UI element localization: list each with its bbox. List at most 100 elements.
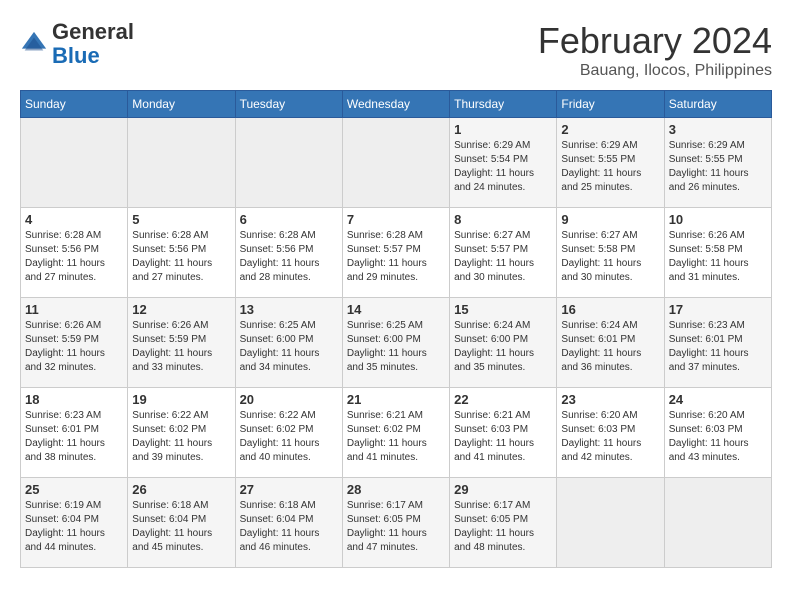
- calendar-cell: [128, 118, 235, 208]
- day-number: 11: [25, 302, 123, 317]
- day-info: Sunrise: 6:23 AM Sunset: 6:01 PM Dayligh…: [25, 409, 123, 465]
- day-number: 18: [25, 392, 123, 407]
- calendar-cell: 25 Sunrise: 6:19 AM Sunset: 6:04 PM Dayli…: [21, 478, 128, 568]
- day-info: Sunrise: 6:28 AM Sunset: 5:56 PM Dayligh…: [240, 229, 338, 285]
- calendar-cell: 13Sunrise: 6:25 AM Sunset: 6:00 PM Dayli…: [235, 298, 342, 388]
- logo-text: General Blue: [52, 20, 134, 68]
- calendar-cell: 11 Sunrise: 6:26 AM Sunset: 5:59 PM Dayli…: [21, 298, 128, 388]
- month-year-title: February 2024: [538, 20, 772, 62]
- day-info: Sunrise: 6:25 AM Sunset: 6:00 PM Dayligh…: [347, 319, 445, 375]
- calendar-cell: [21, 118, 128, 208]
- day-number: 16: [561, 302, 659, 317]
- calendar-cell: 4 Sunrise: 6:28 AM Sunset: 5:56 PM Daylig…: [21, 208, 128, 298]
- calendar-cell: 23 Sunrise: 6:20 AM Sunset: 6:03 PM Dayli…: [557, 388, 664, 478]
- day-number: 19: [132, 392, 230, 407]
- day-info: Sunrise: 6:28 AM Sunset: 5:56 PM Dayligh…: [25, 229, 123, 285]
- calendar-cell: 26 Sunrise: 6:18 AM Sunset: 6:04 PM Dayli…: [128, 478, 235, 568]
- day-number: 14: [347, 302, 445, 317]
- day-info: Sunrise: 6:26 AM Sunset: 5:59 PM Dayligh…: [132, 319, 230, 375]
- calendar-cell: 8Sunrise: 6:27 AM Sunset: 5:57 PM Daylig…: [450, 208, 557, 298]
- day-number: 2: [561, 122, 659, 137]
- calendar-cell: 28 Sunrise: 6:17 AM Sunset: 6:05 PM Dayli…: [342, 478, 449, 568]
- calendar-cell: [235, 118, 342, 208]
- day-info: Sunrise: 6:22 AM Sunset: 6:02 PM Dayligh…: [132, 409, 230, 465]
- day-number: 15: [454, 302, 552, 317]
- location-subtitle: Bauang, Ilocos, Philippines: [538, 62, 772, 80]
- day-info: Sunrise: 6:29 AM Sunset: 5:55 PM Dayligh…: [669, 139, 767, 195]
- day-info: Sunrise: 6:20 AM Sunset: 6:03 PM Dayligh…: [561, 409, 659, 465]
- day-number: 29: [454, 482, 552, 497]
- day-number: 20: [240, 392, 338, 407]
- day-info: Sunrise: 6:21 AM Sunset: 6:03 PM Dayligh…: [454, 409, 552, 465]
- logo-blue: Blue: [52, 43, 100, 68]
- day-number: 23: [561, 392, 659, 407]
- day-info: Sunrise: 6:27 AM Sunset: 5:57 PM Dayligh…: [454, 229, 552, 285]
- weekday-header: Thursday: [450, 91, 557, 118]
- day-info: Sunrise: 6:17 AM Sunset: 6:05 PM Dayligh…: [454, 499, 552, 555]
- logo-icon: [20, 30, 48, 58]
- calendar-cell: 6 Sunrise: 6:28 AM Sunset: 5:56 PM Daylig…: [235, 208, 342, 298]
- weekday-header: Sunday: [21, 91, 128, 118]
- day-info: Sunrise: 6:19 AM Sunset: 6:04 PM Dayligh…: [25, 499, 123, 555]
- weekday-header-row: SundayMondayTuesdayWednesdayThursdayFrid…: [21, 91, 772, 118]
- calendar-cell: 3 Sunrise: 6:29 AM Sunset: 5:55 PM Daylig…: [664, 118, 771, 208]
- calendar-cell: 19 Sunrise: 6:22 AM Sunset: 6:02 PM Dayli…: [128, 388, 235, 478]
- day-info: Sunrise: 6:29 AM Sunset: 5:54 PM Dayligh…: [454, 139, 552, 195]
- day-info: Sunrise: 6:18 AM Sunset: 6:04 PM Dayligh…: [240, 499, 338, 555]
- day-info: Sunrise: 6:22 AM Sunset: 6:02 PM Dayligh…: [240, 409, 338, 465]
- day-number: 13: [240, 302, 338, 317]
- day-number: 7: [347, 212, 445, 227]
- day-info: Sunrise: 6:26 AM Sunset: 5:59 PM Dayligh…: [25, 319, 123, 375]
- calendar-cell: [557, 478, 664, 568]
- logo: General Blue: [20, 20, 134, 68]
- day-info: Sunrise: 6:26 AM Sunset: 5:58 PM Dayligh…: [669, 229, 767, 285]
- day-info: Sunrise: 6:23 AM Sunset: 6:01 PM Dayligh…: [669, 319, 767, 375]
- calendar-cell: 10Sunrise: 6:26 AM Sunset: 5:58 PM Dayli…: [664, 208, 771, 298]
- calendar-cell: 14 Sunrise: 6:25 AM Sunset: 6:00 PM Dayli…: [342, 298, 449, 388]
- calendar-table: SundayMondayTuesdayWednesdayThursdayFrid…: [20, 90, 772, 568]
- calendar-cell: 15 Sunrise: 6:24 AM Sunset: 6:00 PM Dayli…: [450, 298, 557, 388]
- day-number: 21: [347, 392, 445, 407]
- day-number: 24: [669, 392, 767, 407]
- day-info: Sunrise: 6:21 AM Sunset: 6:02 PM Dayligh…: [347, 409, 445, 465]
- day-info: Sunrise: 6:20 AM Sunset: 6:03 PM Dayligh…: [669, 409, 767, 465]
- calendar-cell: 29 Sunrise: 6:17 AM Sunset: 6:05 PM Dayli…: [450, 478, 557, 568]
- calendar-cell: 24 Sunrise: 6:20 AM Sunset: 6:03 PM Dayli…: [664, 388, 771, 478]
- day-number: 4: [25, 212, 123, 227]
- day-number: 17: [669, 302, 767, 317]
- calendar-week-row: 4 Sunrise: 6:28 AM Sunset: 5:56 PM Daylig…: [21, 208, 772, 298]
- logo-general: General: [52, 19, 134, 44]
- title-area: February 2024 Bauang, Ilocos, Philippine…: [538, 20, 772, 80]
- weekday-header: Wednesday: [342, 91, 449, 118]
- day-number: 3: [669, 122, 767, 137]
- page-header: General Blue February 2024 Bauang, Iloco…: [20, 20, 772, 80]
- day-info: Sunrise: 6:28 AM Sunset: 5:57 PM Dayligh…: [347, 229, 445, 285]
- calendar-cell: 21 Sunrise: 6:21 AM Sunset: 6:02 PM Dayli…: [342, 388, 449, 478]
- day-number: 26: [132, 482, 230, 497]
- day-number: 22: [454, 392, 552, 407]
- day-info: Sunrise: 6:29 AM Sunset: 5:55 PM Dayligh…: [561, 139, 659, 195]
- weekday-header: Tuesday: [235, 91, 342, 118]
- calendar-week-row: 11 Sunrise: 6:26 AM Sunset: 5:59 PM Dayli…: [21, 298, 772, 388]
- day-number: 5: [132, 212, 230, 227]
- calendar-cell: 7 Sunrise: 6:28 AM Sunset: 5:57 PM Daylig…: [342, 208, 449, 298]
- day-info: Sunrise: 6:18 AM Sunset: 6:04 PM Dayligh…: [132, 499, 230, 555]
- day-number: 27: [240, 482, 338, 497]
- calendar-cell: [342, 118, 449, 208]
- day-number: 12: [132, 302, 230, 317]
- calendar-week-row: 18 Sunrise: 6:23 AM Sunset: 6:01 PM Dayli…: [21, 388, 772, 478]
- calendar-week-row: 25 Sunrise: 6:19 AM Sunset: 6:04 PM Dayli…: [21, 478, 772, 568]
- calendar-cell: 16 Sunrise: 6:24 AM Sunset: 6:01 PM Dayli…: [557, 298, 664, 388]
- weekday-header: Monday: [128, 91, 235, 118]
- day-number: 6: [240, 212, 338, 227]
- calendar-cell: 5Sunrise: 6:28 AM Sunset: 5:56 PM Daylig…: [128, 208, 235, 298]
- day-number: 28: [347, 482, 445, 497]
- day-info: Sunrise: 6:24 AM Sunset: 6:01 PM Dayligh…: [561, 319, 659, 375]
- day-info: Sunrise: 6:17 AM Sunset: 6:05 PM Dayligh…: [347, 499, 445, 555]
- calendar-cell: 22 Sunrise: 6:21 AM Sunset: 6:03 PM Dayli…: [450, 388, 557, 478]
- calendar-week-row: 1Sunrise: 6:29 AM Sunset: 5:54 PM Daylig…: [21, 118, 772, 208]
- calendar-cell: 1Sunrise: 6:29 AM Sunset: 5:54 PM Daylig…: [450, 118, 557, 208]
- day-info: Sunrise: 6:24 AM Sunset: 6:00 PM Dayligh…: [454, 319, 552, 375]
- weekday-header: Friday: [557, 91, 664, 118]
- day-number: 25: [25, 482, 123, 497]
